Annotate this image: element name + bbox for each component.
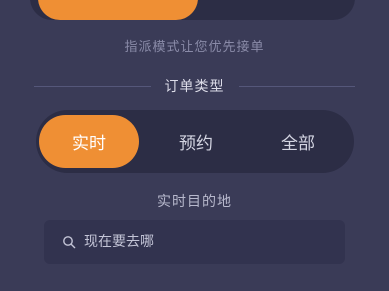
destination-label: 实时目的地 [157, 194, 232, 210]
order-type-reservation-button[interactable]: 预约 [146, 115, 246, 168]
dispatch-mode-toggle [30, 0, 355, 20]
dispatch-mode-hint: 指派模式让您优先接单 [124, 40, 265, 55]
destination-search-box[interactable] [44, 220, 345, 264]
search-icon [63, 236, 76, 249]
destination-search-input[interactable] [84, 234, 304, 250]
order-type-realtime-button[interactable]: 实时 [39, 115, 139, 168]
order-type-all-button[interactable]: 全部 [248, 115, 348, 168]
dispatch-mode-option-active[interactable] [38, 0, 198, 20]
order-type-segmented-control: 实时 预约 全部 [36, 110, 354, 173]
order-type-title: 订单类型 [164, 79, 225, 95]
divider-left [34, 85, 151, 87]
dispatch-mode-option-inactive[interactable] [226, 0, 336, 20]
divider-right [238, 85, 355, 87]
order-type-header: 订单类型 [34, 76, 355, 96]
